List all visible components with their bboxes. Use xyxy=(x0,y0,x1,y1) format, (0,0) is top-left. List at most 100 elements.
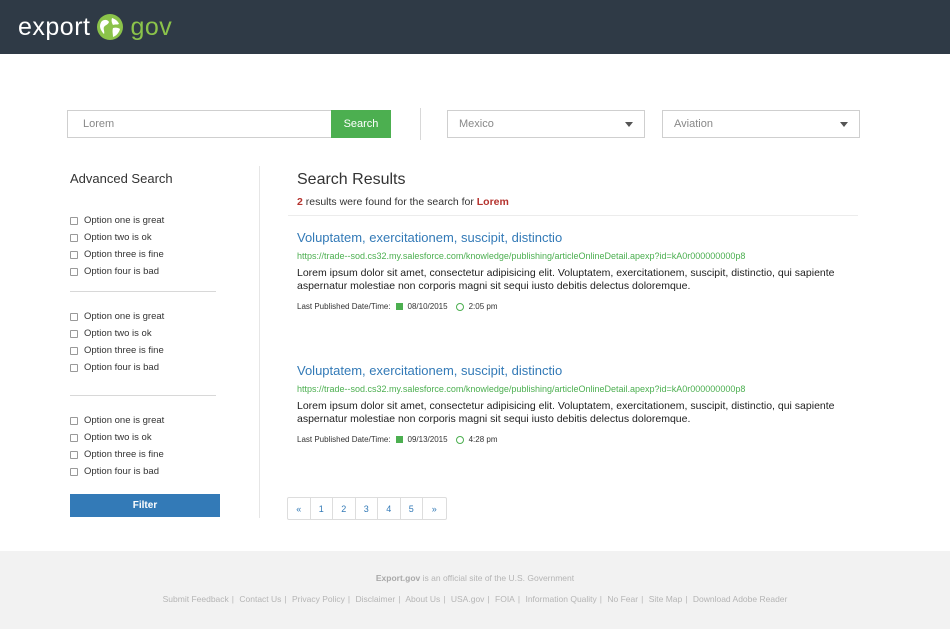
checkbox[interactable] xyxy=(70,467,78,476)
country-select[interactable]: Mexico xyxy=(447,110,645,138)
advanced-search-title: Advanced Search xyxy=(70,171,173,186)
footer-link[interactable]: USA.gov xyxy=(451,594,485,604)
option-label: Option two is ok xyxy=(84,432,152,443)
option-label: Option four is bad xyxy=(84,362,159,373)
option-item[interactable]: Option three is fine xyxy=(70,246,164,263)
option-item[interactable]: Option one is great xyxy=(70,212,164,229)
option-item[interactable]: Option two is ok xyxy=(70,429,164,446)
globe-icon xyxy=(97,14,124,40)
industry-select-value: Aviation xyxy=(674,118,713,130)
option-item[interactable]: Option three is fine xyxy=(70,446,164,463)
result-meta: Last Published Date/Time: 08/10/2015 2:0… xyxy=(297,302,857,311)
pagination-page-1[interactable]: 1 xyxy=(311,498,333,519)
footer-link[interactable]: Download Adobe Reader xyxy=(693,594,788,604)
option-label: Option one is great xyxy=(84,311,165,322)
link-separator: | xyxy=(443,594,446,604)
footer-link[interactable]: Submit Feedback xyxy=(163,594,229,604)
footer-link[interactable]: Disclaimer xyxy=(356,594,396,604)
option-item[interactable]: Option four is bad xyxy=(70,463,164,480)
column-divider xyxy=(259,166,260,518)
export-gov-logo[interactable]: export gov xyxy=(18,9,172,45)
option-label: Option two is ok xyxy=(84,232,152,243)
option-label: Option three is fine xyxy=(84,345,164,356)
calendar-icon xyxy=(395,436,403,443)
pagination-next[interactable]: » xyxy=(423,498,446,519)
checkbox[interactable] xyxy=(70,267,78,276)
pagination-page-5[interactable]: 5 xyxy=(401,498,423,519)
country-select-value: Mexico xyxy=(459,118,494,130)
checkbox[interactable] xyxy=(70,233,78,242)
published-time: 4:28 pm xyxy=(468,435,498,444)
option-item[interactable]: Option three is fine xyxy=(70,342,164,359)
search-input[interactable] xyxy=(67,110,331,138)
option-item[interactable]: Option two is ok xyxy=(70,229,164,246)
checkbox[interactable] xyxy=(70,416,78,425)
result-item: Voluptatem, exercitationem, suscipit, di… xyxy=(297,230,857,311)
checkbox[interactable] xyxy=(70,329,78,338)
option-item[interactable]: Option four is bad xyxy=(70,263,164,280)
pagination-page-2[interactable]: 2 xyxy=(333,498,356,519)
option-item[interactable]: Option one is great xyxy=(70,308,164,325)
checkbox[interactable] xyxy=(70,363,78,372)
industry-select[interactable]: Aviation xyxy=(662,110,860,138)
option-group-2: Option one is great Option two is ok Opt… xyxy=(70,308,164,376)
published-date: 08/10/2015 xyxy=(407,302,448,311)
result-url[interactable]: https://trade--sod.cs32.my.salesforce.co… xyxy=(297,384,857,394)
footer-link[interactable]: Information Quality xyxy=(525,594,596,604)
link-separator: | xyxy=(641,594,644,604)
checkbox[interactable] xyxy=(70,346,78,355)
results-divider xyxy=(288,215,858,216)
published-label: Last Published Date/Time: xyxy=(297,435,391,444)
filter-button[interactable]: Filter xyxy=(70,494,220,517)
result-item: Voluptatem, exercitationem, suscipit, di… xyxy=(297,363,857,444)
option-item[interactable]: Option two is ok xyxy=(70,325,164,342)
result-description: Lorem ipsum dolor sit amet, consectetur … xyxy=(297,267,835,292)
checkbox[interactable] xyxy=(70,450,78,459)
link-separator: | xyxy=(347,594,351,604)
result-title-link[interactable]: Voluptatem, exercitationem, suscipit, di… xyxy=(297,230,857,245)
result-url[interactable]: https://trade--sod.cs32.my.salesforce.co… xyxy=(297,251,857,261)
search-button[interactable]: Search xyxy=(331,110,391,138)
link-separator: | xyxy=(685,594,688,604)
footer-link[interactable]: No Fear xyxy=(607,594,638,604)
results-summary: 2 results were found for the search for … xyxy=(297,196,509,208)
site-footer: Export.gov is an official site of the U.… xyxy=(0,551,950,629)
checkbox[interactable] xyxy=(70,312,78,321)
option-item[interactable]: Option four is bad xyxy=(70,359,164,376)
option-item[interactable]: Option one is great xyxy=(70,412,164,429)
pagination: « 1 2 3 4 5 » xyxy=(287,497,447,520)
option-label: Option four is bad xyxy=(84,266,159,277)
pagination-prev[interactable]: « xyxy=(288,498,311,519)
published-label: Last Published Date/Time: xyxy=(297,302,391,311)
link-separator: | xyxy=(398,594,401,604)
results-count-text: results were found for the search for xyxy=(302,196,477,208)
calendar-icon xyxy=(395,303,403,310)
search-divider xyxy=(420,108,421,140)
footer-links: Submit Feedback | Contact Us | Privacy Pol… xyxy=(0,594,950,604)
option-label: Option four is bad xyxy=(84,466,159,477)
pagination-page-4[interactable]: 4 xyxy=(378,498,401,519)
result-title-link[interactable]: Voluptatem, exercitationem, suscipit, di… xyxy=(297,363,857,378)
caret-down-icon xyxy=(625,121,633,127)
link-separator: | xyxy=(599,594,603,604)
link-separator: | xyxy=(284,594,287,604)
site-header: export gov xyxy=(0,0,950,54)
link-separator: | xyxy=(231,594,234,604)
footer-link[interactable]: Privacy Policy xyxy=(292,594,345,604)
option-label: Option three is fine xyxy=(84,249,164,260)
results-search-term: Lorem xyxy=(476,196,509,208)
option-label: Option one is great xyxy=(84,215,165,226)
footer-official-notice: Export.gov is an official site of the U.… xyxy=(0,573,950,583)
footer-tagline: is an official site of the U.S. Governme… xyxy=(420,573,575,583)
footer-link[interactable]: FOIA xyxy=(495,594,515,604)
checkbox[interactable] xyxy=(70,216,78,225)
checkbox[interactable] xyxy=(70,433,78,442)
result-meta: Last Published Date/Time: 09/13/2015 4:2… xyxy=(297,435,857,444)
footer-link[interactable]: About Us xyxy=(405,594,440,604)
pagination-page-3[interactable]: 3 xyxy=(356,498,378,519)
logo-text-gov: gov xyxy=(130,12,173,41)
checkbox[interactable] xyxy=(70,250,78,259)
footer-link[interactable]: Contact Us xyxy=(239,594,281,604)
footer-link[interactable]: Site Map xyxy=(649,594,683,604)
results-title: Search Results xyxy=(297,171,406,188)
